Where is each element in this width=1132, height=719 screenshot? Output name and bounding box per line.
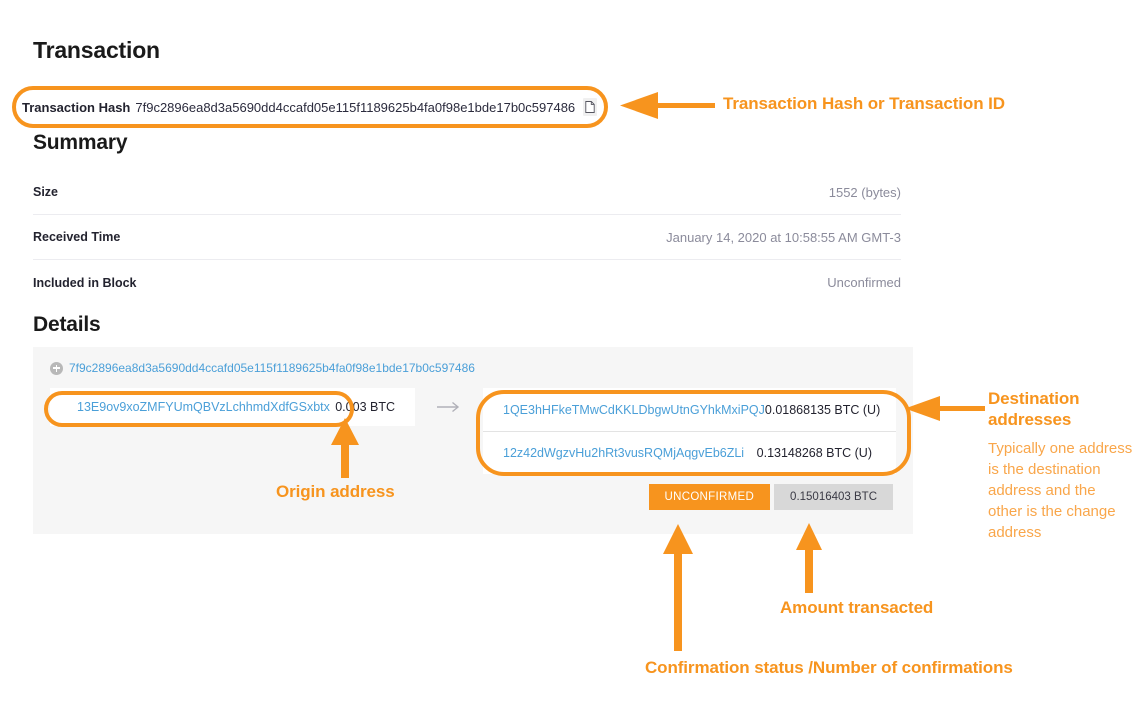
output-row: 12z42dWgzvHu2hRt3vusRQMjAqgvEb6ZLi 0.131… — [483, 431, 896, 474]
annotation-origin-address: Origin address — [276, 482, 395, 501]
transaction-hash-value: 7f9c2896ea8d3a5690dd4ccafd05e115f1189625… — [135, 99, 576, 115]
output-address[interactable]: 1QE3hHFkeTMwCdKKLDbgwUtnGYhkMxiPQJ — [503, 403, 765, 417]
transaction-hash-row: Transaction Hash 7f9c2896ea8d3a5690dd4cc… — [22, 92, 597, 122]
arrow-right-icon — [415, 388, 483, 426]
output-amount: 0.13148268 BTC (U) — [756, 446, 872, 460]
page-title: Transaction — [33, 37, 160, 63]
details-transaction-hash-link[interactable]: 7f9c2896ea8d3a5690dd4ccafd05e115f1189625… — [69, 361, 475, 375]
transaction-page: Transaction Transaction Hash 7f9c2896ea8… — [0, 0, 1132, 719]
badge-row: UNCONFIRMED 0.15016403 BTC — [648, 484, 893, 510]
annotation-amount-transacted: Amount transacted — [780, 598, 934, 617]
plus-circle-icon[interactable] — [50, 361, 63, 375]
annotation-destination-body: Typically one address is the destination… — [988, 440, 1132, 541]
annotation-confirmation-status: Confirmation status /Number of confirmat… — [645, 658, 1013, 677]
table-row: Received Time January 14, 2020 at 10:58:… — [33, 215, 901, 260]
details-panel: 7f9c2896ea8d3a5690dd4ccafd05e115f1189625… — [33, 347, 913, 534]
inputs-card: 13E9ov9xoZMFYUmQBVzLchhmdXdfGSxbtx 0.003… — [50, 388, 415, 426]
output-address[interactable]: 12z42dWgzvHu2hRt3vusRQMjAqgvEb6ZLi — [503, 446, 744, 460]
summary-table: Size 1552 (bytes) Received Time January … — [33, 170, 901, 305]
transaction-hash-label: Transaction Hash — [22, 99, 131, 115]
annotation-transaction-hash: Transaction Hash or Transaction ID — [723, 94, 1005, 113]
input-amount: 0.003 BTC — [335, 400, 395, 414]
inputs-outputs-area: 13E9ov9xoZMFYUmQBVzLchhmdXdfGSxbtx 0.003… — [50, 388, 896, 474]
summary-value: Unconfirmed — [827, 275, 901, 290]
output-amount: 0.01868135 BTC (U) — [764, 402, 881, 417]
summary-value: 1552 (bytes) — [828, 184, 901, 200]
copy-document-icon[interactable] — [583, 98, 597, 116]
total-amount-badge: 0.15016403 BTC — [774, 484, 893, 510]
summary-key: Received Time — [33, 230, 121, 244]
summary-value: January 14, 2020 at 10:58:55 AM GMT-3 — [666, 229, 901, 245]
table-row: Size 1552 (bytes) — [33, 170, 901, 215]
outputs-card: 1QE3hHFkeTMwCdKKLDbgwUtnGYhkMxiPQJ 0.018… — [483, 388, 896, 474]
input-row: 13E9ov9xoZMFYUmQBVzLchhmdXdfGSxbtx 0.003… — [50, 388, 415, 426]
summary-key: Size — [33, 185, 59, 199]
output-row: 1QE3hHFkeTMwCdKKLDbgwUtnGYhkMxiPQJ 0.018… — [483, 388, 896, 431]
status-badge[interactable]: UNCONFIRMED — [648, 484, 771, 510]
input-address[interactable]: 13E9ov9xoZMFYUmQBVzLchhmdXdfGSxbtx — [77, 400, 330, 414]
table-row: Included in Block Unconfirmed — [33, 260, 901, 305]
summary-heading: Summary — [33, 131, 128, 154]
summary-key: Included in Block — [33, 275, 137, 290]
details-hash-row: 7f9c2896ea8d3a5690dd4ccafd05e115f1189625… — [50, 361, 475, 375]
annotation-destination-title: Destination addresses — [988, 389, 1080, 429]
details-heading: Details — [33, 313, 101, 336]
